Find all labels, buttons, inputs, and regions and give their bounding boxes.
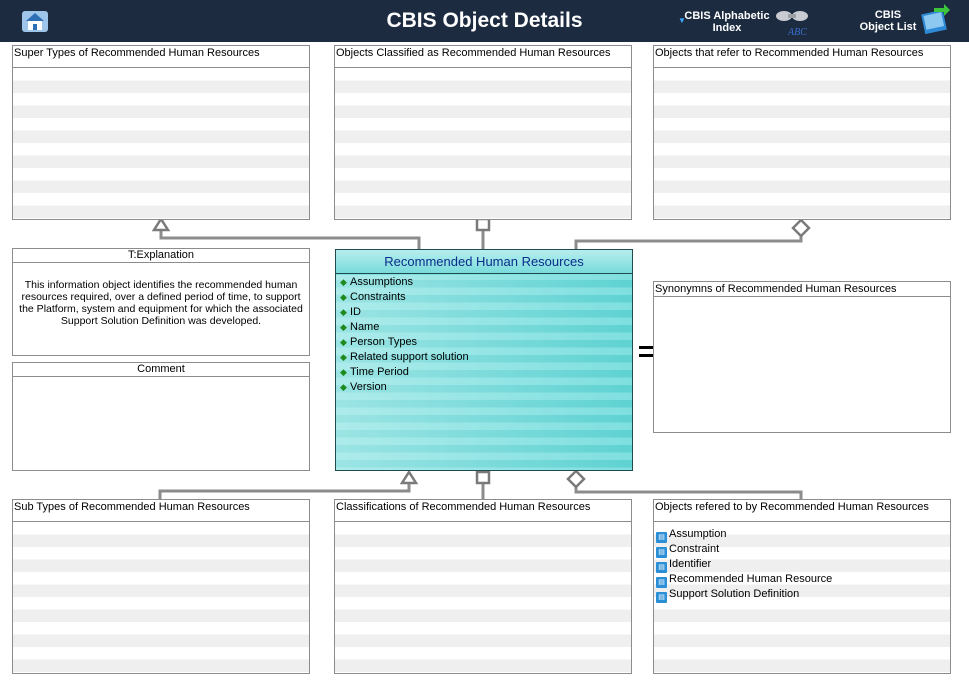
super-types-panel: Super Types of Recommended Human Resourc…	[12, 45, 310, 220]
referred-by-item[interactable]: ▤ Assumption	[654, 527, 950, 543]
referred-by-item[interactable]: ▤ Recommended Human Resource	[654, 572, 950, 588]
classified-as-list	[335, 68, 631, 219]
referred-by-item[interactable]: ▤ Support Solution Definition	[654, 587, 950, 603]
super-types-list	[13, 68, 309, 219]
referred-by-item[interactable]: ▤ Identifier	[654, 557, 950, 573]
association-diamond-icon	[791, 218, 811, 238]
referred-by-panel: Objects refered to by Recommended Human …	[653, 499, 951, 674]
explanation-panel: T:Explanation This information object id…	[12, 248, 310, 356]
aggregation-square-icon	[475, 470, 491, 485]
attribute-item[interactable]: ◆ Assumptions	[336, 275, 632, 290]
attribute-icon: ◆	[340, 337, 347, 347]
explanation-text: This information object identifies the r…	[19, 279, 303, 327]
main-object-box[interactable]: Recommended Human Resources ◆ Assumptions…	[335, 249, 633, 471]
attribute-icon: ◆	[340, 352, 347, 362]
attribute-item[interactable]: ◆ Related support solution	[336, 350, 632, 365]
synonyms-header: Synonymns of Recommended Human Resources	[654, 282, 950, 297]
sub-types-panel: Sub Types of Recommended Human Resources	[12, 499, 310, 674]
classifications-header: Classifications of Recommended Human Res…	[335, 500, 631, 522]
attribute-item[interactable]: ◆ Version	[336, 380, 632, 395]
aggregation-square-icon	[475, 217, 491, 232]
refer-to-header: Objects that refer to Recommended Human …	[654, 46, 950, 68]
comment-panel: Comment	[12, 362, 310, 471]
referred-by-header: Objects refered to by Recommended Human …	[654, 500, 950, 522]
sub-types-header: Sub Types of Recommended Human Resources	[13, 500, 309, 522]
inheritance-triangle-icon	[151, 216, 171, 232]
classified-as-panel: Objects Classified as Recommended Human …	[334, 45, 632, 220]
attribute-item[interactable]: ◆ Person Types	[336, 335, 632, 350]
classified-as-header: Objects Classified as Recommended Human …	[335, 46, 631, 68]
attribute-item[interactable]: ◆ Time Period	[336, 365, 632, 380]
explanation-title: T:Explanation	[13, 249, 309, 263]
object-link-icon: ▤	[656, 592, 667, 603]
attribute-icon: ◆	[340, 382, 347, 392]
attribute-item[interactable]: ◆ Constraints	[336, 290, 632, 305]
sub-types-list	[13, 522, 309, 673]
attribute-icon: ◆	[340, 367, 347, 377]
attribute-item[interactable]: ◆ ID	[336, 305, 632, 320]
attribute-icon: ◆	[340, 277, 347, 287]
classifications-list	[335, 522, 631, 673]
referred-by-list: ▤ Assumption ▤ Constraint ▤ Identifier ▤ Rec…	[654, 522, 950, 673]
attribute-icon: ◆	[340, 322, 347, 332]
attribute-icon: ◆	[340, 292, 347, 302]
main-object-title: Recommended Human Resources	[336, 250, 632, 274]
referred-by-item[interactable]: ▤ Constraint	[654, 542, 950, 558]
inheritance-triangle-icon	[399, 469, 419, 485]
refer-to-panel: Objects that refer to Recommended Human …	[653, 45, 951, 220]
classifications-panel: Classifications of Recommended Human Res…	[334, 499, 632, 674]
attribute-list: ◆ Assumptions ◆ Constraints ◆ ID ◆ Name ◆ Per…	[336, 275, 632, 470]
association-diamond-icon	[566, 469, 586, 489]
super-types-header: Super Types of Recommended Human Resourc…	[13, 46, 309, 68]
comment-title: Comment	[13, 363, 309, 377]
attribute-item[interactable]: ◆ Name	[336, 320, 632, 335]
synonyms-panel: Synonymns of Recommended Human Resources	[653, 281, 951, 433]
attribute-icon: ◆	[340, 307, 347, 317]
refer-to-list	[654, 68, 950, 219]
